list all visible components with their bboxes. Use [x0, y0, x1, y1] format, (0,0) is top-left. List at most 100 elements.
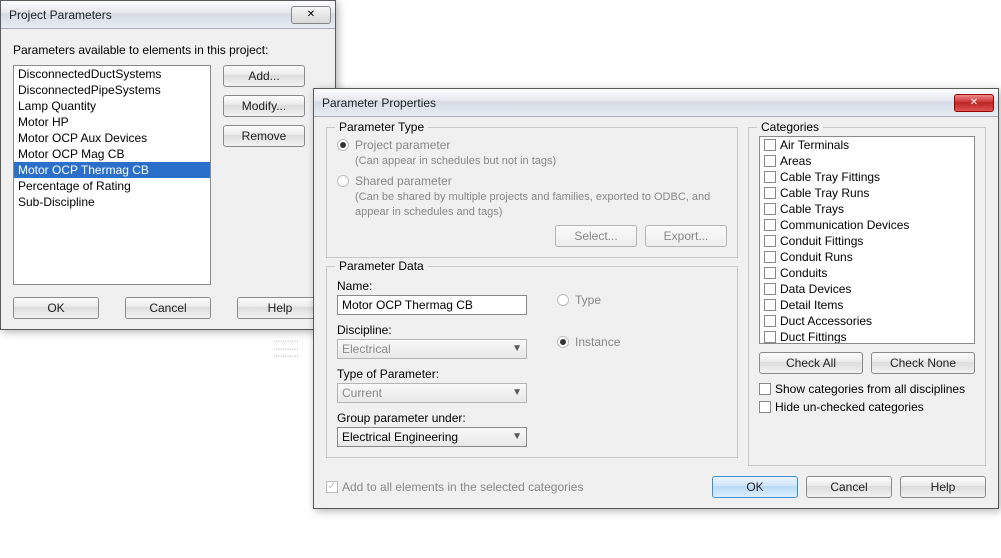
- list-item[interactable]: Percentage of Rating: [14, 178, 210, 194]
- type-radio: Type: [557, 293, 620, 307]
- check-all-button[interactable]: Check All: [759, 352, 863, 374]
- list-item[interactable]: Motor OCP Aux Devices: [14, 130, 210, 146]
- parameter-data-group: Parameter Data Name: Discipline: Electri…: [326, 266, 738, 458]
- category-label: Duct Accessories: [780, 314, 872, 328]
- checkbox-icon[interactable]: [759, 383, 771, 395]
- list-item[interactable]: Motor OCP Thermag CB: [14, 162, 210, 178]
- titlebar[interactable]: Parameter Properties ✕: [314, 89, 998, 117]
- checkbox-icon[interactable]: [764, 187, 776, 199]
- radio-label: Instance: [575, 335, 620, 349]
- checkbox-icon[interactable]: [764, 267, 776, 279]
- available-params-label: Parameters available to elements in this…: [13, 43, 323, 57]
- categories-listbox[interactable]: Air TerminalsAreasCable Tray Fittings Cab…: [759, 136, 975, 344]
- checkbox-icon[interactable]: [764, 315, 776, 327]
- list-item[interactable]: Sub-Discipline: [14, 194, 210, 210]
- category-label: Conduits: [780, 266, 827, 280]
- checkbox-icon[interactable]: [764, 251, 776, 263]
- checkbox-icon[interactable]: [759, 401, 771, 413]
- checkbox-icon[interactable]: [764, 283, 776, 295]
- category-item[interactable]: Areas: [760, 153, 974, 169]
- category-item[interactable]: Conduits: [760, 265, 974, 281]
- discipline-label: Discipline:: [337, 323, 527, 337]
- category-item[interactable]: Cable Tray Runs: [760, 185, 974, 201]
- shared-parameter-radio: Shared parameter: [337, 174, 727, 188]
- category-label: Data Devices: [780, 282, 851, 296]
- instance-radio: Instance: [557, 335, 620, 349]
- categories-group: Categories Air TerminalsAreasCable Tray …: [748, 127, 986, 466]
- name-input[interactable]: [337, 295, 527, 315]
- show-all-disciplines-checkbox-label: Show categories from all disciplines: [775, 382, 965, 396]
- modify-button[interactable]: Modify...: [223, 95, 305, 117]
- titlebar[interactable]: Project Parameters ✕: [1, 1, 335, 29]
- checkbox-icon: ✓: [326, 481, 338, 493]
- radio-label: Type: [575, 293, 601, 307]
- help-button[interactable]: Help: [900, 476, 986, 498]
- discipline-combo: Electrical▼: [337, 339, 527, 359]
- radio-label: Project parameter: [355, 138, 450, 152]
- category-item[interactable]: Communication Devices: [760, 217, 974, 233]
- checkbox-icon[interactable]: [764, 203, 776, 215]
- type-of-parameter-combo: Current▼: [337, 383, 527, 403]
- hide-unchecked-checkbox-label: Hide un-checked categories: [775, 400, 924, 414]
- category-item[interactable]: Cable Tray Fittings: [760, 169, 974, 185]
- help-button[interactable]: Help: [237, 297, 323, 319]
- checkbox-icon[interactable]: [764, 299, 776, 311]
- project-parameter-hint: (Can appear in schedules but not in tags…: [355, 154, 727, 168]
- category-item[interactable]: Air Terminals: [760, 137, 974, 153]
- group-title: Categories: [757, 120, 823, 134]
- radio-icon: [337, 175, 349, 187]
- check-none-button[interactable]: Check None: [871, 352, 975, 374]
- group-under-combo[interactable]: Electrical Engineering▼: [337, 427, 527, 447]
- project-parameter-radio: Project parameter: [337, 138, 727, 152]
- list-item[interactable]: Motor OCP Mag CB: [14, 146, 210, 162]
- category-label: Conduit Runs: [780, 250, 853, 264]
- cancel-button[interactable]: Cancel: [125, 297, 211, 319]
- radio-icon: [337, 139, 349, 151]
- ok-button[interactable]: OK: [13, 297, 99, 319]
- checkbox-icon[interactable]: [764, 155, 776, 167]
- name-label: Name:: [337, 279, 527, 293]
- radio-icon: [557, 336, 569, 348]
- category-label: Conduit Fittings: [780, 234, 863, 248]
- export-button: Export...: [645, 225, 727, 247]
- shared-parameter-hint: (Can be shared by multiple projects and …: [355, 190, 727, 219]
- checkbox-icon[interactable]: [764, 139, 776, 151]
- checkbox-icon[interactable]: [764, 331, 776, 343]
- category-item[interactable]: Data Devices: [760, 281, 974, 297]
- parameter-properties-dialog: Parameter Properties ✕ Parameter Type Pr…: [313, 88, 999, 509]
- category-item[interactable]: Conduit Fittings: [760, 233, 974, 249]
- cancel-button[interactable]: Cancel: [806, 476, 892, 498]
- group-title: Parameter Data: [335, 259, 428, 273]
- checkbox-icon[interactable]: [764, 171, 776, 183]
- chevron-down-icon: ▼: [512, 343, 522, 354]
- category-item[interactable]: Cable Trays: [760, 201, 974, 217]
- ok-button[interactable]: OK: [712, 476, 798, 498]
- category-label: Cable Trays: [780, 202, 844, 216]
- category-item[interactable]: Duct Fittings: [760, 329, 974, 344]
- list-item[interactable]: DisconnectedDuctSystems: [14, 66, 210, 82]
- category-label: Cable Tray Runs: [780, 186, 869, 200]
- list-item[interactable]: Lamp Quantity: [14, 98, 210, 114]
- parameter-type-group: Parameter Type Project parameter (Can ap…: [326, 127, 738, 258]
- category-item[interactable]: Detail Items: [760, 297, 974, 313]
- close-icon[interactable]: ✕: [954, 94, 994, 112]
- checkbox-icon[interactable]: [764, 219, 776, 231]
- list-item[interactable]: Motor HP: [14, 114, 210, 130]
- chevron-down-icon: ▼: [512, 431, 522, 442]
- category-label: Detail Items: [780, 298, 843, 312]
- parameters-listbox[interactable]: DisconnectedDuctSystemsDisconnectedPipeS…: [13, 65, 211, 285]
- remove-button[interactable]: Remove: [223, 125, 305, 147]
- category-item[interactable]: Duct Accessories: [760, 313, 974, 329]
- category-item[interactable]: Conduit Runs: [760, 249, 974, 265]
- list-item[interactable]: DisconnectedPipeSystems: [14, 82, 210, 98]
- category-label: Duct Fittings: [780, 330, 847, 344]
- group-under-label: Group parameter under:: [337, 411, 527, 425]
- checkbox-icon[interactable]: [764, 235, 776, 247]
- close-icon[interactable]: ✕: [291, 6, 331, 24]
- project-parameters-dialog: Project Parameters ✕ Parameters availabl…: [0, 0, 336, 330]
- add-button[interactable]: Add...: [223, 65, 305, 87]
- select-button: Select...: [555, 225, 637, 247]
- group-title: Parameter Type: [335, 120, 428, 134]
- radio-icon: [557, 294, 569, 306]
- category-label: Cable Tray Fittings: [780, 170, 880, 184]
